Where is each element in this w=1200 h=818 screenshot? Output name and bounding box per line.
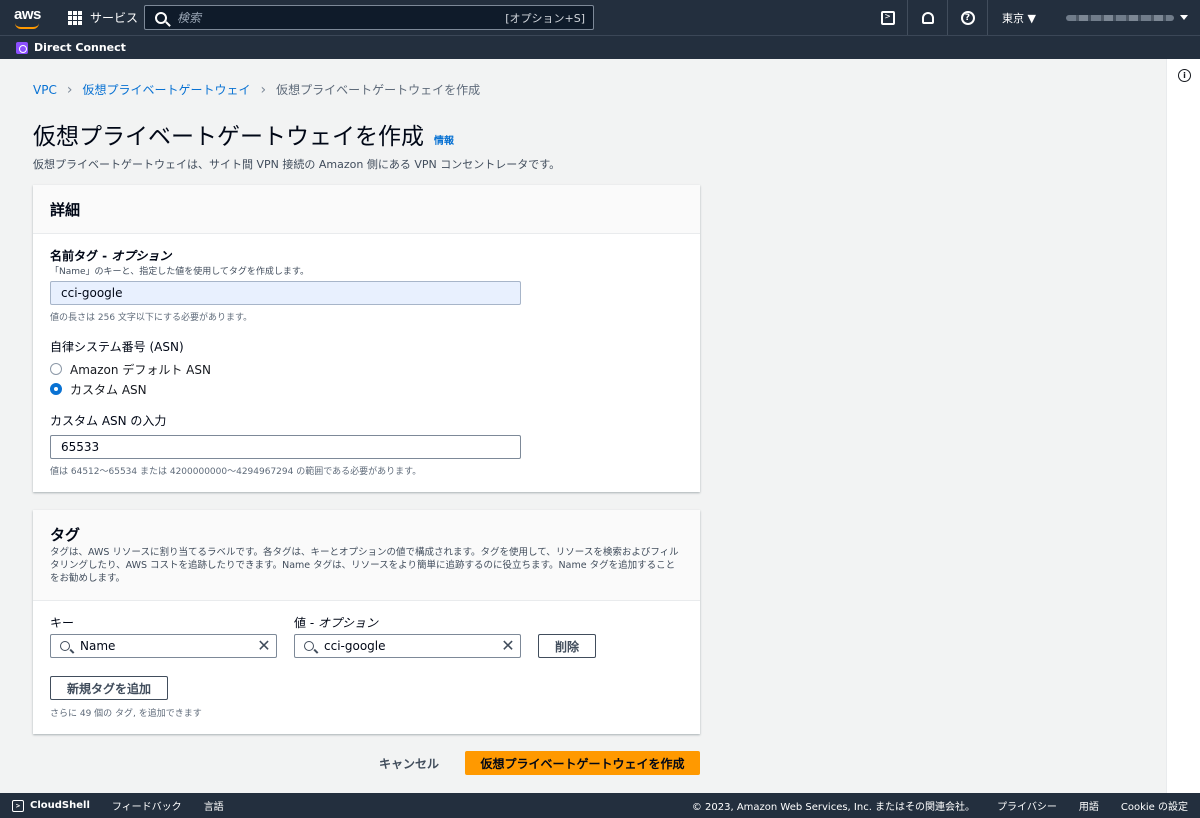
cloudshell-icon: > <box>12 799 24 812</box>
chevron-right-icon: › <box>260 81 267 98</box>
clear-icon[interactable]: ✕ <box>496 638 520 654</box>
caret-down-icon <box>1180 15 1188 20</box>
footer-left: > CloudShell フィードバック 言語 <box>0 798 224 813</box>
aws-logo[interactable]: aws <box>12 4 50 32</box>
page-description: 仮想プライベートゲートウェイは、サイト間 VPN 接続の Amazon 側にある… <box>33 158 561 171</box>
tag-key-input[interactable]: Name ✕ <box>50 634 277 658</box>
footer-feedback-link[interactable]: フィードバック <box>112 798 182 813</box>
account-name-redacted <box>1066 14 1174 21</box>
info-link[interactable]: 情報 <box>434 132 454 147</box>
help-icon: ? <box>960 10 975 25</box>
custom-asn-label: カスタム ASN の入力 <box>50 414 167 428</box>
account-menu[interactable] <box>1050 0 1190 35</box>
footer-cloudshell-label: CloudShell <box>30 800 90 811</box>
footer-cloudshell-button[interactable]: > CloudShell <box>12 799 90 812</box>
grid-icon <box>68 10 82 25</box>
radio-custom-asn[interactable]: カスタム ASN <box>50 379 211 399</box>
radio-label: カスタム ASN <box>70 382 147 397</box>
radio-button-selected[interactable] <box>50 383 62 395</box>
tags-remaining-hint: さらに 49 個の タグ, を追加できます <box>50 709 202 719</box>
help-button[interactable]: ? <box>948 0 989 35</box>
radio-label: Amazon デフォルト ASN <box>70 362 211 377</box>
footer-privacy-link[interactable]: プライバシー <box>997 798 1057 813</box>
services-label: サービス <box>90 11 139 25</box>
search-icon <box>304 641 314 651</box>
tag-value-label: 値 - オプション <box>294 616 378 630</box>
footer-language-link[interactable]: 言語 <box>204 798 224 813</box>
service-favorite-link[interactable]: Direct Connect <box>34 41 126 54</box>
name-tag-hint: 値の長さは 256 文字以下にする必要があります。 <box>50 313 253 323</box>
chevron-right-icon: › <box>66 81 73 98</box>
name-tag-input[interactable] <box>50 281 521 305</box>
custom-asn-field: カスタム ASN の入力 値は 64512〜65534 または 42000000… <box>50 412 521 477</box>
clear-icon[interactable]: ✕ <box>252 638 276 654</box>
tags-panel: タグ タグは、AWS リソースに割り当てるラベルです。各タグは、キーとオプション… <box>33 510 700 734</box>
tag-value-input[interactable]: cci-google ✕ <box>294 634 521 658</box>
radio-amazon-default-asn[interactable]: Amazon デフォルト ASN <box>50 359 211 379</box>
region-label: 東京 ▼ <box>1002 11 1036 25</box>
search-shortcut: [オプション+S] <box>505 11 585 25</box>
info-panel-icon[interactable]: i <box>1178 69 1191 82</box>
create-vgw-button[interactable]: 仮想プライベートゲートウェイを作成 <box>465 751 700 775</box>
bell-icon <box>921 11 934 24</box>
nav-right-group: > ? 東京 ▼ <box>868 0 1190 35</box>
footer: > CloudShell フィードバック 言語 © 2023, Amazon W… <box>0 793 1200 818</box>
radio-button[interactable] <box>50 363 62 375</box>
asn-field: 自律システム番号 (ASN) Amazon デフォルト ASN カスタム ASN <box>50 338 211 399</box>
details-panel-header: 詳細 <box>33 185 700 234</box>
custom-asn-input[interactable] <box>50 435 521 459</box>
footer-copyright: © 2023, Amazon Web Services, Inc. またはその関… <box>691 802 976 813</box>
tags-description: タグは、AWS リソースに割り当てるラベルです。各タグは、キーとオプションの値で… <box>50 547 679 584</box>
search-input[interactable] <box>177 10 506 25</box>
asn-label: 自律システム番号 (ASN) <box>50 340 184 354</box>
search-icon <box>155 11 167 24</box>
cloudshell-button[interactable]: > <box>868 0 909 35</box>
custom-asn-hint: 値は 64512〜65534 または 4200000000〜4294967294… <box>50 467 422 477</box>
name-tag-sublabel: 「Name」のキーと、指定した値を使用してタグを作成します。 <box>50 267 310 277</box>
tag-key-value: Name <box>80 639 116 653</box>
details-heading: 詳細 <box>50 200 81 219</box>
add-tag-button[interactable]: 新規タグを追加 <box>50 676 168 700</box>
name-tag-field: 名前タグ - オプション 「Name」のキーと、指定した値を使用してタグを作成し… <box>50 247 521 323</box>
cancel-button[interactable]: キャンセル <box>379 755 439 772</box>
details-panel: 詳細 名前タグ - オプション 「Name」のキーと、指定した値を使用してタグを… <box>33 185 700 492</box>
footer-right: © 2023, Amazon Web Services, Inc. またはその関… <box>692 798 1188 813</box>
name-tag-label: 名前タグ - オプション <box>50 249 172 263</box>
cloudshell-icon: > <box>880 10 895 25</box>
page-title: 仮想プライベートゲートウェイを作成 <box>33 124 424 150</box>
aws-logo-text: aws <box>14 5 41 23</box>
notifications-button[interactable] <box>908 0 949 35</box>
aws-smile-icon <box>15 23 39 29</box>
region-selector[interactable]: 東京 ▼ <box>988 10 1050 26</box>
remove-tag-button[interactable]: 削除 <box>538 634 596 658</box>
footer-cookie-link[interactable]: Cookie の設定 <box>1121 798 1188 813</box>
tags-heading: タグ <box>50 526 81 544</box>
direct-connect-icon <box>16 41 28 54</box>
top-navigation: aws サービス [オプション+S] > ? 東京 ▼ <box>0 0 1200 35</box>
breadcrumb-vpc[interactable]: VPC <box>33 83 57 97</box>
services-menu-button[interactable]: サービス <box>68 9 138 26</box>
tag-key-label: キー <box>50 616 75 630</box>
global-search[interactable]: [オプション+S] <box>144 5 594 30</box>
tag-value-value: cci-google <box>324 639 386 653</box>
breadcrumb: VPC › 仮想プライベートゲートウェイ › 仮想プライベートゲートウェイを作成 <box>33 81 480 98</box>
tags-panel-header: タグ タグは、AWS リソースに割り当てるラベルです。各タグは、キーとオプション… <box>33 510 700 601</box>
utility-rail: i <box>1166 59 1200 793</box>
service-bar: Direct Connect <box>0 35 1200 59</box>
breadcrumb-vgw[interactable]: 仮想プライベートゲートウェイ <box>82 81 250 98</box>
search-icon <box>60 641 70 651</box>
page-header: 仮想プライベートゲートウェイを作成 情報 <box>33 117 454 151</box>
footer-terms-link[interactable]: 用語 <box>1079 798 1099 813</box>
breadcrumb-current: 仮想プライベートゲートウェイを作成 <box>276 83 481 97</box>
